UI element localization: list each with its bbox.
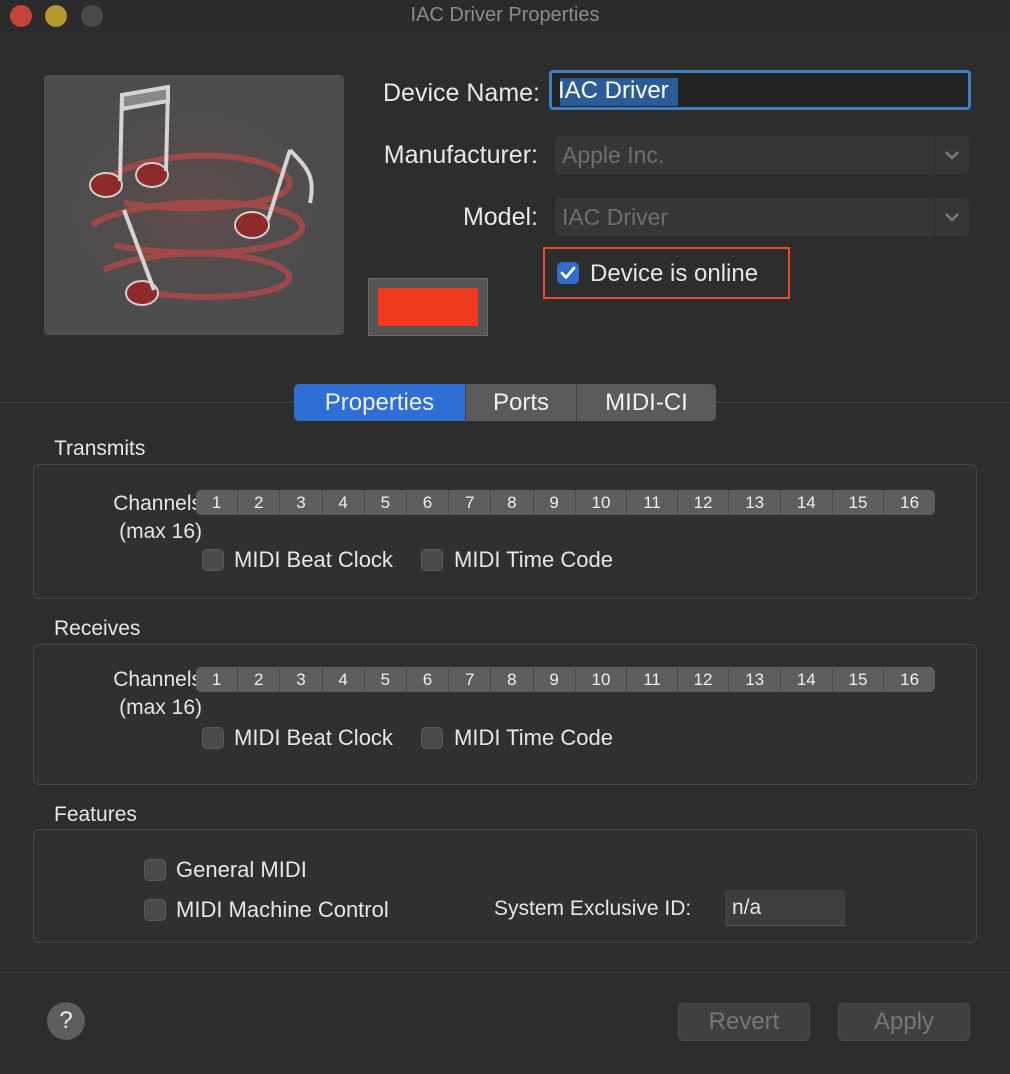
transmits-beat-clock-label[interactable]: MIDI Beat Clock bbox=[234, 547, 393, 573]
receives-channel-3[interactable]: 3 bbox=[280, 667, 323, 692]
revert-button[interactable]: Revert bbox=[678, 1003, 810, 1041]
transmits-time-code-label[interactable]: MIDI Time Code bbox=[454, 547, 613, 573]
title-bar: IAC Driver Properties bbox=[0, 0, 1010, 32]
machine-control-checkbox[interactable] bbox=[144, 899, 166, 921]
features-title: Features bbox=[54, 803, 137, 826]
receives-channel-1[interactable]: 1 bbox=[196, 667, 239, 692]
general-midi-checkbox[interactable] bbox=[144, 859, 166, 881]
general-midi-label[interactable]: General MIDI bbox=[176, 857, 307, 883]
receives-channel-5[interactable]: 5 bbox=[365, 667, 407, 692]
receives-channel-2[interactable]: 2 bbox=[238, 667, 281, 692]
sysex-id-field[interactable] bbox=[725, 890, 845, 926]
manufacturer-popup[interactable]: Apple Inc. bbox=[555, 136, 969, 174]
transmits-channel-2[interactable]: 2 bbox=[238, 490, 281, 515]
transmits-channel-9[interactable]: 9 bbox=[534, 490, 576, 515]
receives-title: Receives bbox=[54, 617, 141, 640]
color-swatch bbox=[378, 288, 478, 326]
receives-beat-clock-checkbox[interactable] bbox=[202, 727, 224, 749]
device-name-input[interactable] bbox=[558, 77, 958, 105]
transmits-channel-7[interactable]: 7 bbox=[449, 490, 492, 515]
transmits-channel-selector: 1 2 3 4 5 6 7 8 9 10 11 12 13 14 15 16 bbox=[196, 490, 935, 515]
receives-channel-selector: 1 2 3 4 5 6 7 8 9 10 11 12 13 14 15 16 bbox=[196, 667, 935, 692]
device-name-field[interactable] bbox=[549, 70, 971, 110]
sysex-id-label: System Exclusive ID: bbox=[494, 897, 692, 920]
checkmark-icon bbox=[560, 266, 576, 279]
footer-divider bbox=[0, 972, 1010, 973]
device-name-label: Device Name: bbox=[383, 79, 540, 107]
transmits-channel-11[interactable]: 11 bbox=[627, 490, 678, 515]
transmits-channel-5[interactable]: 5 bbox=[365, 490, 407, 515]
machine-control-label[interactable]: MIDI Machine Control bbox=[176, 897, 389, 923]
device-online-checkbox[interactable] bbox=[557, 262, 579, 284]
sysex-id-input[interactable] bbox=[732, 896, 837, 920]
receives-channel-13[interactable]: 13 bbox=[729, 667, 781, 692]
receives-time-code-label[interactable]: MIDI Time Code bbox=[454, 725, 613, 751]
device-online-label[interactable]: Device is online bbox=[590, 260, 758, 288]
transmits-time-code-checkbox[interactable] bbox=[421, 549, 443, 571]
transmits-channel-3[interactable]: 3 bbox=[280, 490, 323, 515]
transmits-beat-clock-checkbox[interactable] bbox=[202, 549, 224, 571]
receives-beat-clock-label[interactable]: MIDI Beat Clock bbox=[234, 725, 393, 751]
transmits-channel-16[interactable]: 16 bbox=[884, 490, 935, 515]
receives-group: Channels (max 16) 1 2 3 4 5 6 7 8 9 10 1… bbox=[33, 644, 977, 785]
receives-channel-10[interactable]: 10 bbox=[576, 667, 628, 692]
receives-channel-6[interactable]: 6 bbox=[407, 667, 450, 692]
receives-channel-9[interactable]: 9 bbox=[534, 667, 576, 692]
transmits-channel-1[interactable]: 1 bbox=[196, 490, 239, 515]
receives-channel-11[interactable]: 11 bbox=[627, 667, 678, 692]
transmits-channel-6[interactable]: 6 bbox=[407, 490, 450, 515]
transmits-title: Transmits bbox=[54, 437, 146, 460]
device-icon-well[interactable] bbox=[44, 75, 344, 335]
apply-button[interactable]: Apply bbox=[838, 1003, 970, 1041]
device-color-well[interactable] bbox=[368, 278, 488, 336]
transmits-channel-8[interactable]: 8 bbox=[491, 490, 534, 515]
receives-time-code-checkbox[interactable] bbox=[421, 727, 443, 749]
manufacturer-label: Manufacturer: bbox=[383, 141, 538, 169]
receives-channel-15[interactable]: 15 bbox=[833, 667, 885, 692]
window-title: IAC Driver Properties bbox=[410, 4, 600, 26]
receives-channel-4[interactable]: 4 bbox=[323, 667, 365, 692]
transmits-channel-14[interactable]: 14 bbox=[781, 490, 833, 515]
model-label: Model: bbox=[462, 203, 538, 231]
transmits-channel-12[interactable]: 12 bbox=[678, 490, 730, 515]
transmits-channels-max-label: (max 16) bbox=[119, 520, 202, 543]
model-value: IAC Driver bbox=[562, 204, 669, 230]
receives-channel-8[interactable]: 8 bbox=[491, 667, 534, 692]
device-online-highlight: Device is online bbox=[543, 247, 790, 299]
receives-channels-label: Channels bbox=[113, 668, 202, 691]
transmits-group: Channels (max 16) 1 2 3 4 5 6 7 8 9 10 1… bbox=[33, 464, 977, 599]
model-popup[interactable]: IAC Driver bbox=[555, 198, 969, 236]
chevron-down-icon bbox=[934, 136, 969, 174]
receives-channel-16[interactable]: 16 bbox=[884, 667, 935, 692]
transmits-channels-label: Channels bbox=[113, 492, 202, 515]
tab-midi-ci[interactable]: MIDI-CI bbox=[577, 384, 716, 421]
transmits-channel-4[interactable]: 4 bbox=[323, 490, 365, 515]
transmits-channel-10[interactable]: 10 bbox=[576, 490, 628, 515]
transmits-channel-13[interactable]: 13 bbox=[729, 490, 781, 515]
receives-channel-7[interactable]: 7 bbox=[449, 667, 492, 692]
midi-notes-icon bbox=[59, 84, 329, 320]
tab-ports[interactable]: Ports bbox=[466, 384, 577, 421]
tab-properties[interactable]: Properties bbox=[294, 384, 466, 421]
help-button[interactable]: ? bbox=[47, 1002, 85, 1040]
tab-bar: Properties Ports MIDI-CI bbox=[294, 384, 716, 421]
receives-channel-14[interactable]: 14 bbox=[781, 667, 833, 692]
transmits-channel-15[interactable]: 15 bbox=[833, 490, 885, 515]
chevron-down-icon bbox=[934, 198, 969, 236]
receives-channel-12[interactable]: 12 bbox=[678, 667, 730, 692]
receives-channels-max-label: (max 16) bbox=[119, 696, 202, 719]
manufacturer-value: Apple Inc. bbox=[562, 142, 665, 168]
